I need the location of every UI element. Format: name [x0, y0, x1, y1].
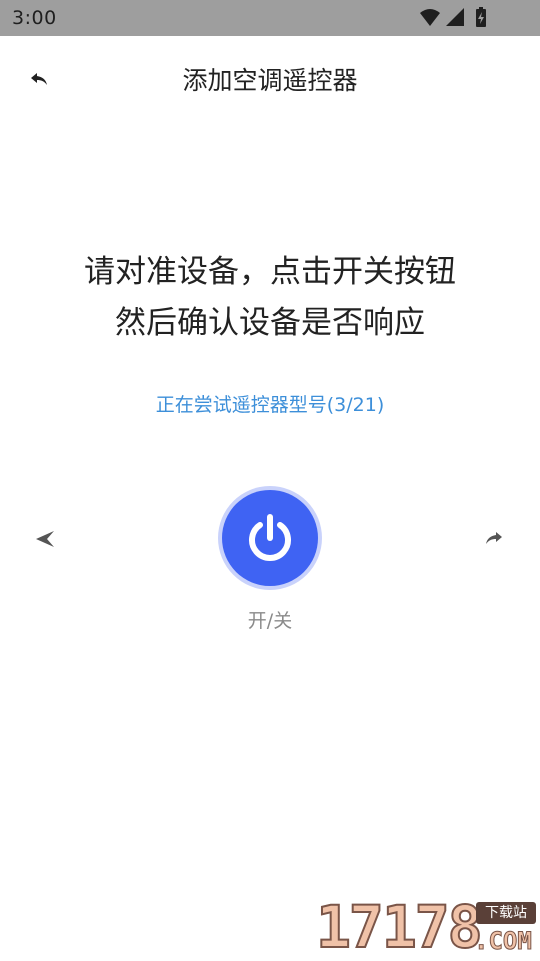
wifi-icon — [420, 9, 440, 26]
model-status-text: 正在尝试遥控器型号(3/21) — [155, 394, 385, 416]
battery-charging-icon — [476, 7, 486, 27]
page-title: 添加空调遥控器 — [182, 66, 358, 95]
status-bar: 3:00 — [0, 0, 540, 36]
power-button[interactable] — [222, 490, 318, 586]
power-button-ring — [218, 486, 322, 590]
watermark-domain: .COM — [474, 927, 533, 955]
status-icons — [420, 7, 486, 27]
instruction-line-2: 然后确认设备是否响应 — [115, 305, 425, 341]
status-time: 3:00 — [12, 7, 57, 29]
previous-arrow-icon — [36, 531, 54, 547]
watermark-tag: 下载站 — [476, 902, 536, 924]
instruction-line-1: 请对准设备，点击开关按钮 — [84, 254, 456, 290]
watermark-digits: 17178 — [315, 893, 484, 961]
toolbar: 添加空调遥控器 — [0, 36, 540, 120]
power-icon — [249, 514, 291, 561]
power-label: 开/关 — [247, 610, 293, 632]
watermark-logo: 17178 下载站 .COM — [315, 893, 538, 961]
previous-model-button[interactable] — [28, 522, 64, 556]
next-model-button[interactable] — [475, 522, 511, 556]
next-arrow-icon — [486, 532, 502, 544]
signal-icon — [446, 8, 464, 26]
